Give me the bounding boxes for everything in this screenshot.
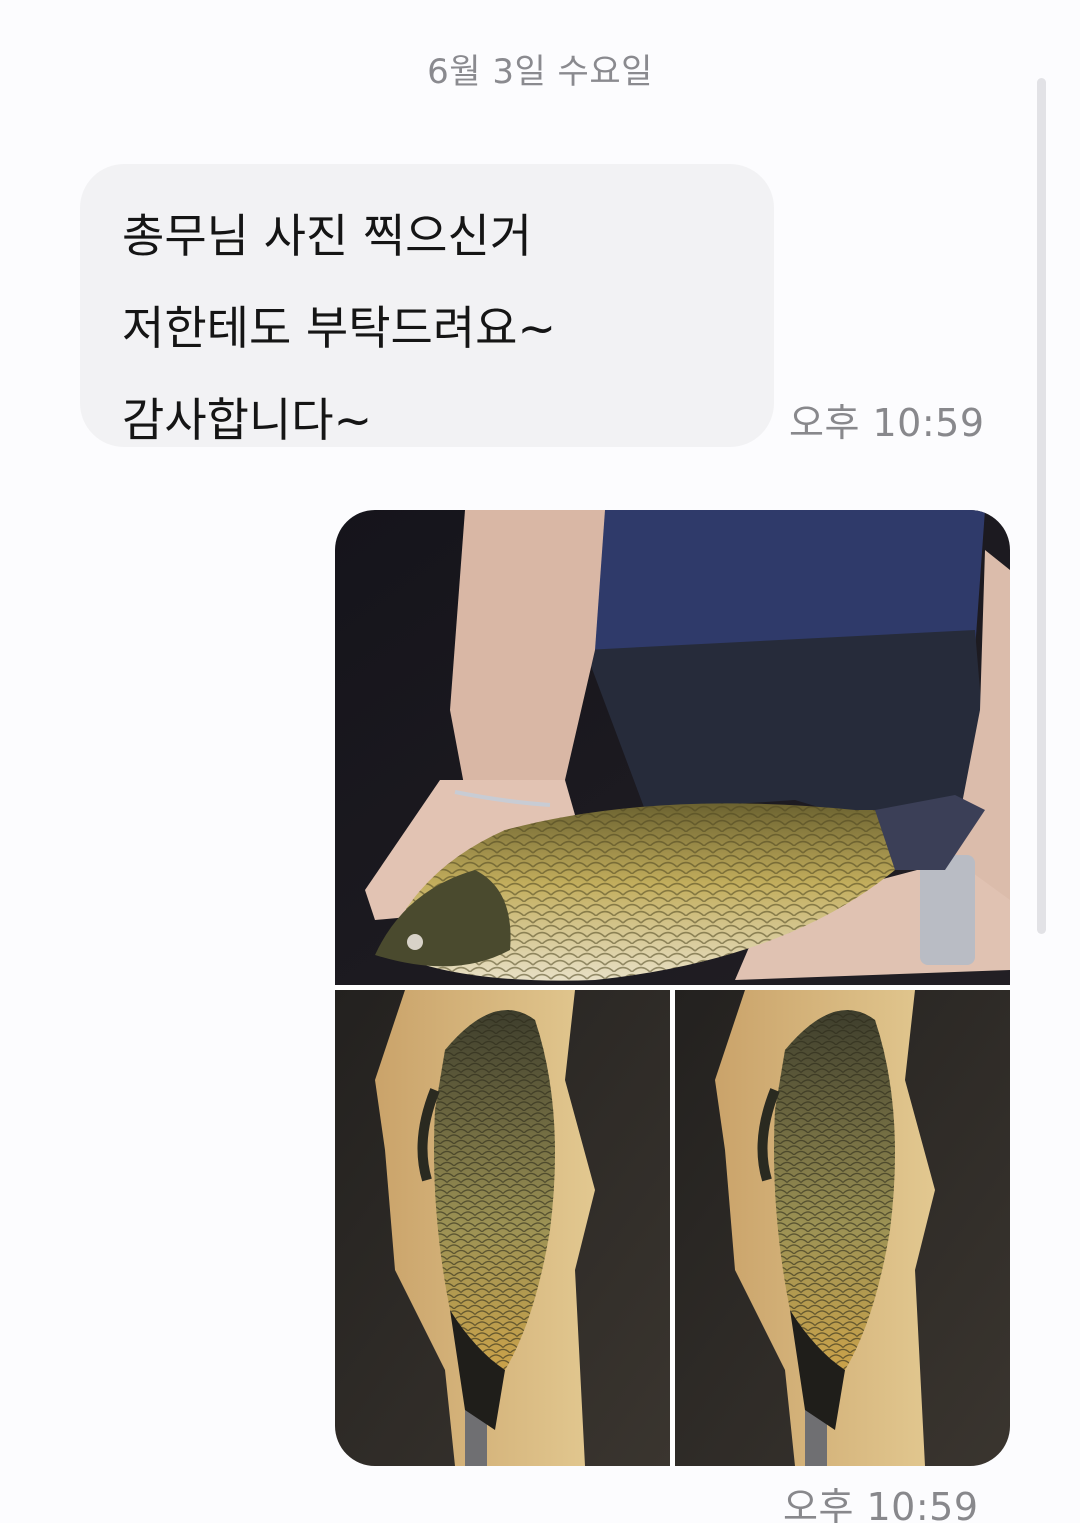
outgoing-photos-time: 오후 10:59 bbox=[783, 1485, 979, 1523]
incoming-message-time: 오후 10:59 bbox=[789, 401, 985, 445]
outgoing-photo-group[interactable] bbox=[335, 510, 1010, 1466]
chat-screen: 6월 3일 수요일 총무님 사진 찍으신거 저한테도 부탁드려요~ 감사합니다~… bbox=[0, 0, 1080, 1523]
photo-fish-held[interactable] bbox=[335, 510, 1010, 985]
message-line: 저한테도 부탁드려요~ bbox=[122, 301, 557, 355]
incoming-message-bubble[interactable]: 총무님 사진 찍으신거 저한테도 부탁드려요~ 감사합니다~ bbox=[80, 164, 774, 447]
photo-fish-board-1[interactable] bbox=[335, 990, 670, 1466]
message-line: 감사합니다~ bbox=[122, 393, 373, 447]
date-separator: 6월 3일 수요일 bbox=[427, 52, 653, 92]
scrollbar[interactable] bbox=[1037, 78, 1046, 934]
message-line: 총무님 사진 찍으신거 bbox=[122, 209, 533, 263]
fish-held-image bbox=[335, 510, 1010, 985]
fish-board-image bbox=[335, 990, 670, 1466]
fish-board-image bbox=[675, 990, 1010, 1466]
photo-fish-board-2[interactable] bbox=[675, 990, 1010, 1466]
